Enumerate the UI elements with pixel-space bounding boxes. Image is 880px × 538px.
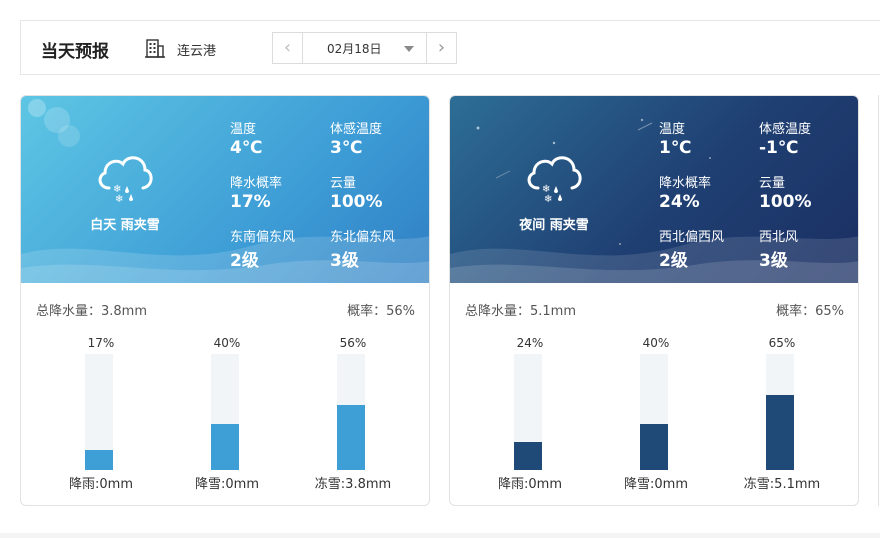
date-picker[interactable]: ‹ 02月18日 ›: [272, 32, 457, 64]
day-cloud-cover: 云量 100%: [330, 172, 383, 212]
bar-percent-label: 40%: [213, 336, 241, 350]
wind-direction-label: 西北风: [759, 230, 799, 245]
temperature-value: 1℃: [659, 138, 692, 158]
day-bar-freezing: 56% 冻雪:3.8mm: [313, 336, 393, 492]
temperature-value: 4℃: [230, 138, 263, 158]
day-period-label: 白天 雨夹雪: [90, 218, 160, 233]
bar-fill: [766, 394, 794, 470]
day-wind-2: 东北偏东风 3级: [330, 226, 395, 271]
feels-like-value: 3℃: [330, 138, 363, 158]
bar-track: [337, 354, 365, 470]
night-bar-rain: 24% 降雨:0mm: [490, 336, 570, 492]
cloud-cover-value: 100%: [330, 192, 383, 212]
forecast-header: 当天预报 连云港 ‹ 02月18日 ›: [20, 20, 880, 75]
bar-fill: [337, 405, 365, 470]
day-bar-snow: 40% 降雪:0mm: [187, 336, 267, 492]
bar-percent-label: 17%: [87, 336, 115, 350]
sleet-cloud-icon: ❄ ❄: [527, 156, 582, 202]
bar-fill: [514, 442, 542, 470]
bar-caption: 降雪:0mm: [195, 477, 259, 492]
precip-probability-value: 17%: [230, 192, 271, 212]
bar-percent-label: 24%: [516, 336, 544, 350]
svg-text:❄: ❄: [544, 194, 552, 202]
temperature-label: 温度: [659, 122, 686, 137]
chevron-right-icon[interactable]: ›: [426, 33, 456, 63]
bar-caption: 降雨:0mm: [498, 477, 562, 492]
bar-caption: 冻雪:3.8mm: [314, 477, 392, 492]
feels-like-label: 体感温度: [330, 122, 383, 137]
svg-text:❄: ❄: [115, 194, 123, 202]
wind-direction-label: 东南偏东风: [230, 230, 296, 245]
day-wind-1: 东南偏东风 2级: [230, 226, 295, 271]
night-feels-like: 体感温度 -1℃: [759, 118, 811, 158]
cloud-cover-value: 100%: [759, 192, 812, 212]
precip-probability: 概率：65%: [776, 304, 844, 319]
precip-probability-label: 降水概率: [230, 176, 283, 191]
day-precip-probability: 降水概率 17%: [230, 172, 282, 212]
day-precip-summary: 总降水量：3.8mm 概率：56%: [21, 300, 429, 319]
wind-direction-label: 西北偏西风: [659, 230, 725, 245]
bar-fill: [85, 450, 113, 470]
precip-probability-value: 24%: [659, 192, 700, 212]
day-weather-panel: ❄ ❄ 白天 雨夹雪 温度 4℃ 体感温度 3℃ 降水概率 17% 云量 100…: [21, 96, 429, 283]
bar-fill: [640, 423, 668, 470]
night-precip-summary: 总降水量：5.1mm 概率：65%: [450, 300, 858, 319]
night-bar-freezing: 65% 冻雪:5.1mm: [742, 336, 822, 492]
bar-percent-label: 40%: [642, 336, 670, 350]
night-temperature: 温度 1℃: [659, 118, 691, 158]
feels-like-label: 体感温度: [759, 122, 812, 137]
bar-track: [85, 354, 113, 470]
day-feels-like: 体感温度 3℃: [330, 118, 382, 158]
bar-percent-label: 65%: [768, 336, 796, 350]
day-temperature: 温度 4℃: [230, 118, 262, 158]
wind-level-value: 3级: [330, 251, 359, 271]
night-wind-1: 西北偏西风 2级: [659, 226, 724, 271]
day-bar-rain: 17% 降雨:0mm: [61, 336, 141, 492]
total-precipitation: 总降水量：3.8mm: [36, 304, 148, 319]
bar-track: [514, 354, 542, 470]
bar-track: [766, 354, 794, 470]
bar-caption: 降雪:0mm: [624, 477, 688, 492]
date-value[interactable]: 02月18日: [327, 40, 382, 57]
feels-like-value: -1℃: [759, 138, 799, 158]
cloud-cover-label: 云量: [759, 176, 786, 191]
night-forecast-card: ❄ ❄ 夜间 雨夹雪 温度 1℃ 体感温度 -1℃ 降水概率 24% 云量 10…: [449, 95, 859, 506]
bar-percent-label: 56%: [339, 336, 367, 350]
night-bar-snow: 40% 降雪:0mm: [616, 336, 696, 492]
city-name[interactable]: 连云港: [177, 40, 216, 59]
wind-level-value: 3级: [759, 251, 788, 271]
precip-probability: 概率：56%: [347, 304, 415, 319]
total-precipitation: 总降水量：5.1mm: [465, 304, 577, 319]
night-period-label: 夜间 雨夹雪: [519, 218, 589, 233]
bar-track: [211, 354, 239, 470]
bar-caption: 降雨:0mm: [69, 477, 133, 492]
cloud-cover-label: 云量: [330, 176, 357, 191]
precip-probability-label: 降水概率: [659, 176, 712, 191]
bar-caption: 冻雪:5.1mm: [743, 477, 821, 492]
sleet-cloud-icon: ❄ ❄: [98, 156, 153, 202]
wind-direction-label: 东北偏东风: [330, 230, 396, 245]
building-icon: [145, 39, 165, 58]
page-title: 当天预报: [41, 42, 109, 62]
dropdown-arrow-icon[interactable]: [404, 46, 414, 52]
temperature-label: 温度: [230, 122, 257, 137]
bar-fill: [211, 423, 239, 470]
wind-level-value: 2级: [230, 251, 259, 271]
footer-divider: [0, 533, 880, 538]
night-precip-probability: 降水概率 24%: [659, 172, 711, 212]
day-forecast-card: ❄ ❄ 白天 雨夹雪 温度 4℃ 体感温度 3℃ 降水概率 17% 云量 100…: [20, 95, 430, 506]
night-wind-2: 西北风 3级: [759, 226, 798, 271]
night-weather-panel: ❄ ❄ 夜间 雨夹雪 温度 1℃ 体感温度 -1℃ 降水概率 24% 云量 10…: [450, 96, 858, 283]
night-cloud-cover: 云量 100%: [759, 172, 812, 212]
bar-track: [640, 354, 668, 470]
wind-level-value: 2级: [659, 251, 688, 271]
chevron-left-icon[interactable]: ‹: [273, 33, 303, 63]
